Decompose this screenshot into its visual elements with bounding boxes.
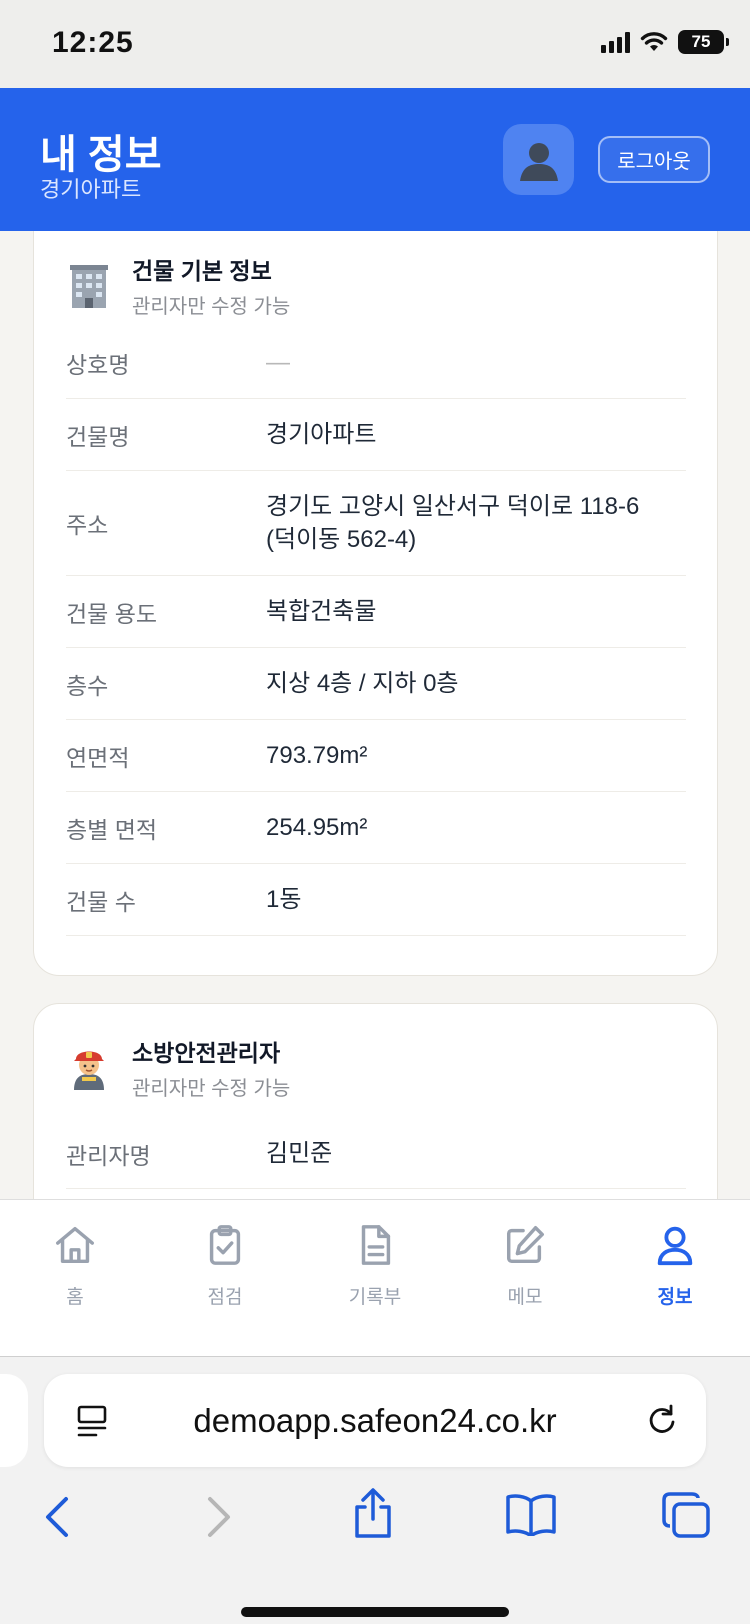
browser-toolbar: demoapp.safeon24.co.kr (0, 1357, 750, 1624)
document-icon (361, 1225, 391, 1265)
url-text[interactable]: demoapp.safeon24.co.kr (44, 1402, 706, 1440)
row-value: — (266, 349, 290, 376)
building-info-list: 상호명 — 건물명 경기아파트 주소 경기도 고양시 일산서구 덕이로 118-… (66, 327, 686, 936)
row-label: 층수 (66, 672, 109, 699)
tab-info[interactable]: 정보 (615, 1222, 735, 1309)
row-label: 건물 용도 (66, 600, 158, 627)
info-row-manager-name: 관리자명 김민준 (66, 1119, 686, 1189)
home-indicator (241, 1607, 509, 1617)
fire-manager-info-list: 관리자명 김민준 (66, 1119, 686, 1189)
row-label: 층별 면적 (66, 816, 158, 843)
user-avatar-icon (519, 142, 558, 181)
card-title: 소방안전관리자 (132, 1040, 281, 1066)
tab-label: 정보 (657, 1287, 693, 1308)
card-header: 소방안전관리자 관리자만 수정 가능 (68, 1034, 290, 1101)
info-row-business-name: 상호명 — (66, 327, 686, 399)
fire-safety-manager-card: 소방안전관리자 관리자만 수정 가능 관리자명 김민준 (33, 1003, 718, 1199)
forward-icon[interactable] (200, 1495, 236, 1539)
row-label: 건물명 (66, 423, 130, 450)
tab-memo[interactable]: 메모 (465, 1222, 585, 1309)
back-icon[interactable] (40, 1495, 76, 1539)
card-title: 건물 기본 정보 (132, 258, 272, 284)
status-time: 12:25 (52, 26, 134, 59)
office-building-icon (70, 264, 108, 308)
info-row-total-area: 연면적 793.79m² (66, 720, 686, 792)
tab-home[interactable]: 홈 (15, 1222, 135, 1309)
status-bar: 12:25 75 (0, 0, 750, 88)
cellular-signal-icon (601, 31, 630, 53)
share-icon[interactable] (350, 1487, 396, 1539)
row-label: 연면적 (66, 744, 130, 771)
card-subtitle: 관리자만 수정 가능 (132, 296, 291, 318)
tab-label: 메모 (507, 1287, 543, 1308)
row-value: 지상 4층 / 지하 0층 (266, 670, 459, 697)
row-value: 복합건축물 (266, 598, 377, 625)
app-header: 내 정보 경기아파트 로그아웃 (0, 88, 750, 231)
tab-label: 점검 (207, 1287, 243, 1308)
wifi-icon (640, 32, 668, 51)
row-label: 관리자명 (66, 1142, 151, 1169)
info-row-building-count: 건물 수 1동 (66, 864, 686, 936)
logout-button[interactable]: 로그아웃 (598, 136, 710, 183)
card-subtitle: 관리자만 수정 가능 (132, 1078, 291, 1100)
previous-tab-preview[interactable] (0, 1374, 28, 1467)
tab-inspection[interactable]: 점검 (165, 1222, 285, 1309)
row-label: 주소 (66, 512, 109, 538)
row-label: 건물 수 (66, 888, 136, 915)
apartment-name: 경기아파트 (40, 177, 142, 202)
bookmarks-icon[interactable] (505, 1492, 557, 1536)
building-info-card: 건물 기본 정보 관리자만 수정 가능 상호명 — 건물명 경기아파트 주소 경… (33, 231, 718, 976)
tab-records[interactable]: 기록부 (315, 1222, 435, 1309)
row-value: 경기도 고양시 일산서구 덕이로 118-6 (덕이동 562-4) (266, 490, 686, 556)
row-value: 김민준 (266, 1140, 333, 1167)
address-bar[interactable]: demoapp.safeon24.co.kr (44, 1374, 706, 1467)
row-label: 상호명 (66, 351, 130, 378)
info-row-floor-area: 층별 면적 254.95m² (66, 792, 686, 864)
info-row-building-use: 건물 용도 복합건축물 (66, 576, 686, 648)
clipboard-check-icon (209, 1225, 241, 1265)
reload-icon[interactable] (644, 1402, 680, 1438)
info-row-building-name: 건물명 경기아파트 (66, 399, 686, 471)
row-value: 254.95m² (266, 814, 368, 841)
row-value: 793.79m² (266, 742, 368, 769)
bottom-tab-bar: 홈 점검 기록부 메모 정보 (0, 1199, 750, 1357)
row-value: 1동 (266, 886, 302, 913)
address-line-2: (덕이동 562-4) (266, 526, 417, 553)
card-header: 건물 기본 정보 관리자만 수정 가능 (68, 252, 290, 319)
edit-icon (506, 1226, 544, 1264)
main-content[interactable]: 건물 기본 정보 관리자만 수정 가능 상호명 — 건물명 경기아파트 주소 경… (0, 231, 750, 1199)
tab-label: 기록부 (348, 1287, 402, 1308)
tabs-icon[interactable] (662, 1492, 712, 1540)
tab-label: 홈 (66, 1287, 84, 1308)
info-row-floors: 층수 지상 4층 / 지하 0층 (66, 648, 686, 720)
avatar[interactable] (503, 124, 574, 195)
battery-icon: 75 (678, 30, 729, 54)
info-row-address: 주소 경기도 고양시 일산서구 덕이로 118-6 (덕이동 562-4) (66, 471, 686, 576)
user-icon (657, 1226, 693, 1266)
address-line-1: 경기도 고양시 일산서구 덕이로 118-6 (266, 493, 640, 520)
home-icon (56, 1226, 94, 1264)
status-icons: 75 (601, 30, 729, 54)
row-value: 경기아파트 (266, 421, 377, 448)
firefighter-icon (74, 1051, 104, 1090)
